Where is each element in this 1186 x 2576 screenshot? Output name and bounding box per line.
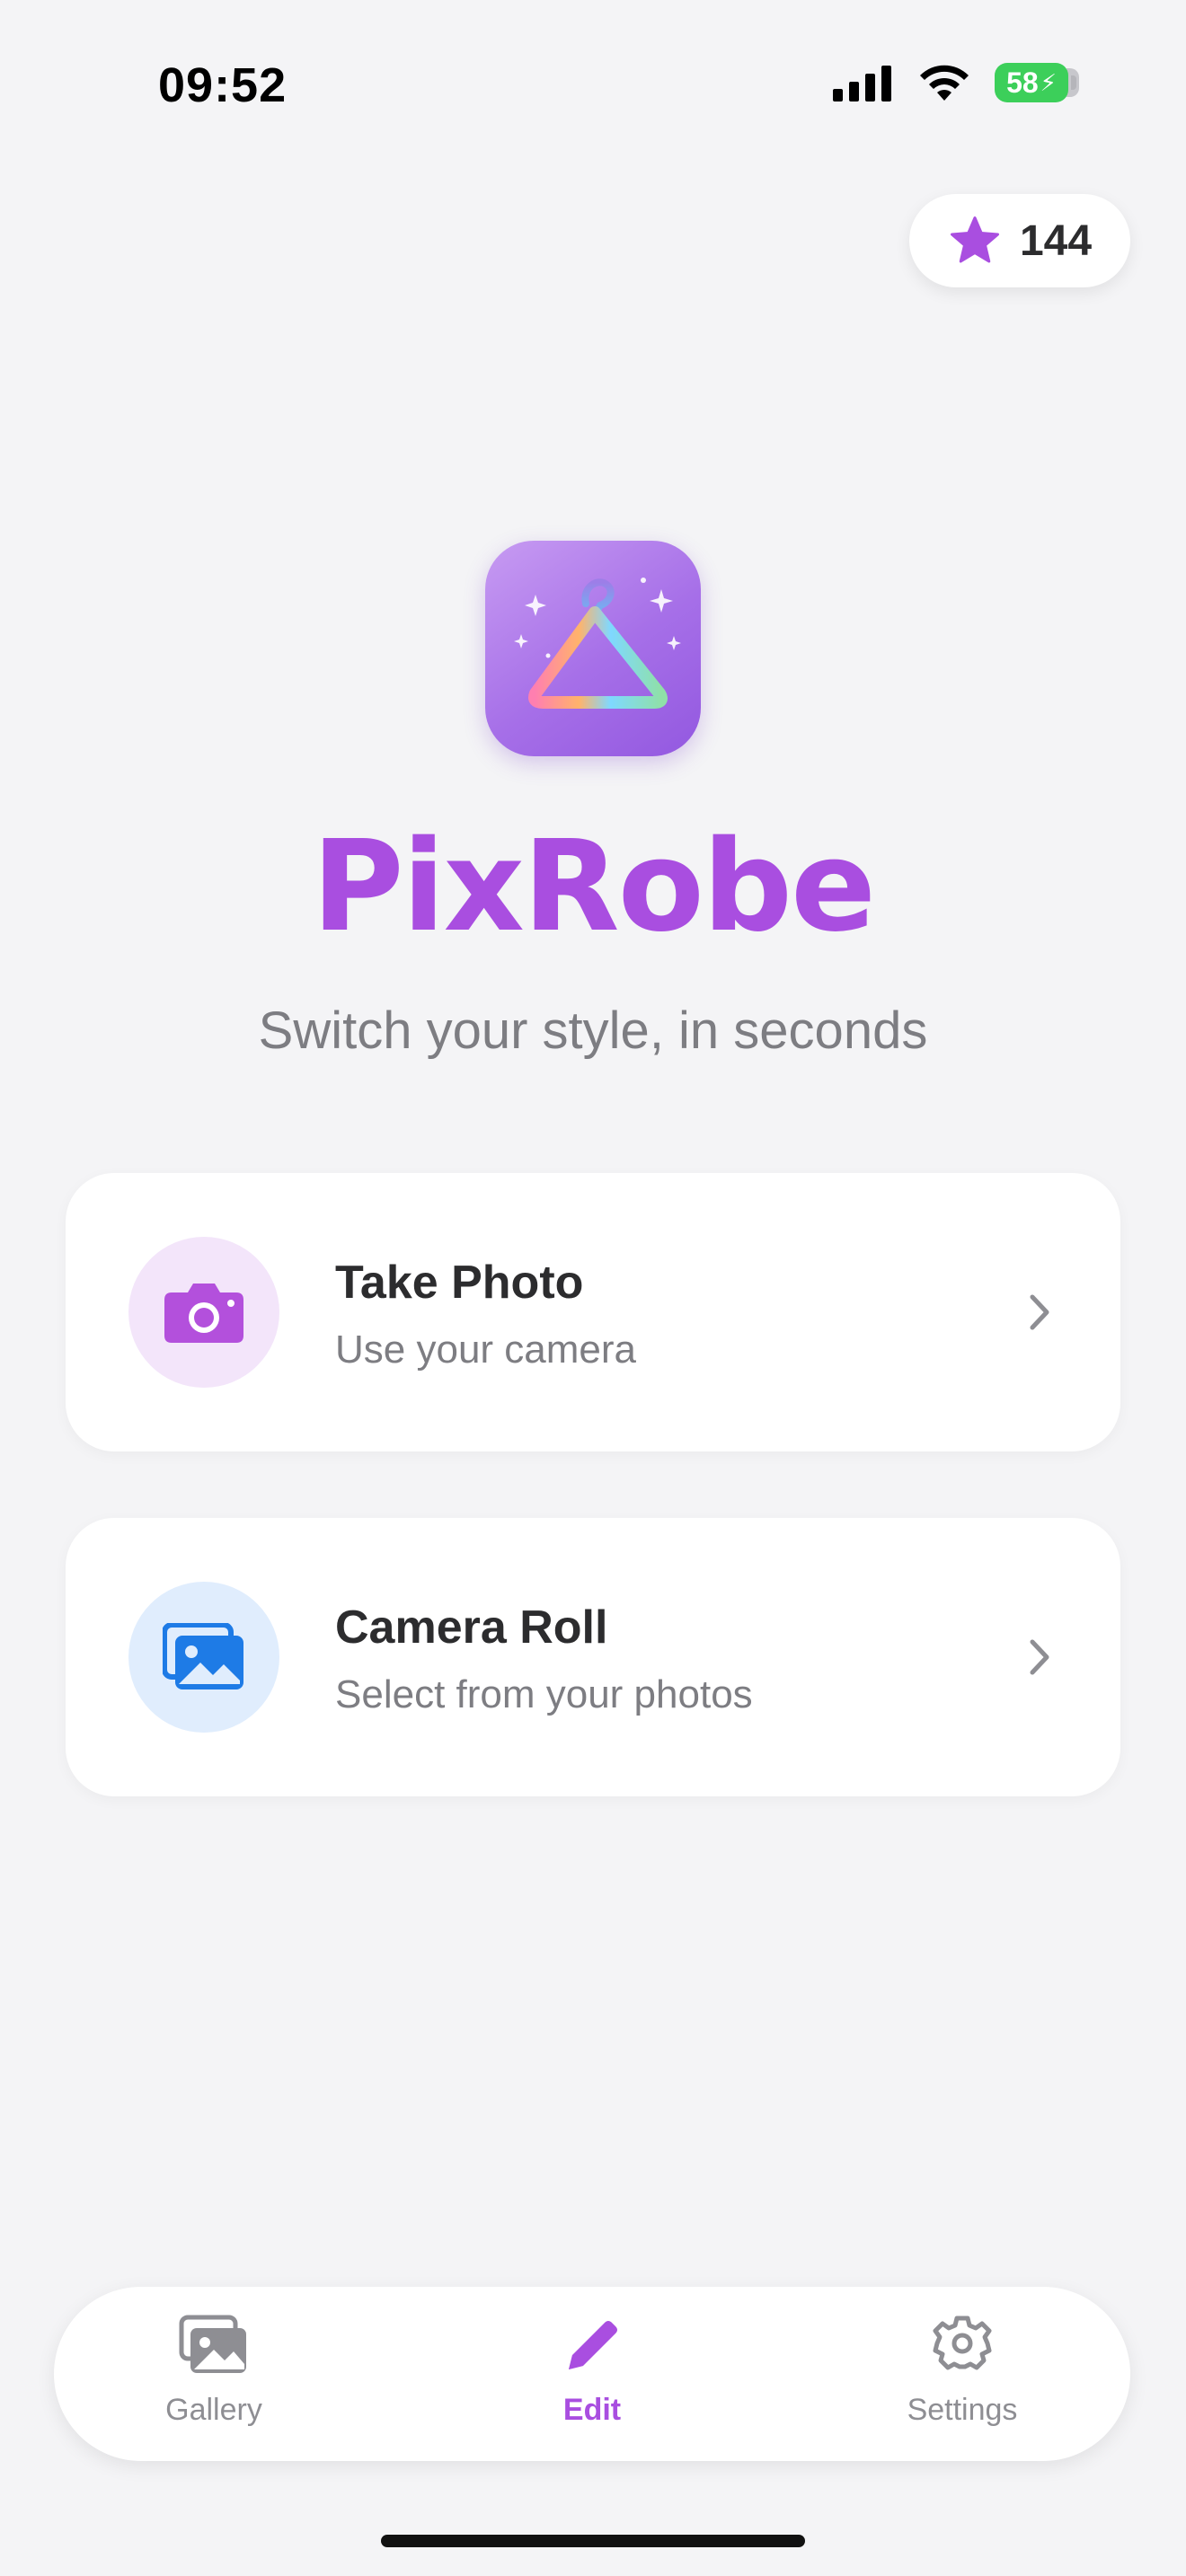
- app-title: PixRobe: [311, 814, 876, 960]
- status-icons: 58 ⚡: [833, 63, 1079, 102]
- photos-icon-badge: [128, 1582, 279, 1733]
- camera-icon-badge: [128, 1237, 279, 1388]
- tab-bar: Gallery Edit Settings: [54, 2287, 1130, 2461]
- chevron-right-icon: [1030, 1294, 1049, 1330]
- battery-indicator: 58 ⚡: [995, 63, 1079, 102]
- tab-settings[interactable]: Settings: [845, 2287, 1079, 2461]
- camera-roll-subtitle: Select from your photos: [335, 1672, 753, 1716]
- chevron-right-icon: [1030, 1639, 1049, 1675]
- wifi-icon: [920, 65, 969, 101]
- status-time: 09:52: [158, 58, 288, 112]
- hanger-icon: [514, 578, 681, 709]
- battery-icon: 58 ⚡: [995, 63, 1079, 102]
- home-indicator: [381, 2535, 805, 2547]
- app-logo: [485, 541, 701, 756]
- photos-icon: [163, 1623, 243, 1689]
- tab-edit-label: Edit: [562, 2393, 622, 2427]
- status-bar: 09:52 58 ⚡: [0, 0, 1186, 171]
- tab-gallery-label: Gallery: [165, 2393, 262, 2427]
- pencil-icon: [569, 2321, 617, 2369]
- camera-roll-button[interactable]: Camera Roll Select from your photos: [66, 1518, 1120, 1796]
- take-photo-subtitle: Use your camera: [335, 1328, 637, 1372]
- battery-level: 58: [1006, 66, 1039, 99]
- tab-edit[interactable]: Edit: [475, 2287, 709, 2461]
- app-tagline: Switch your style, in seconds: [258, 1001, 928, 1060]
- camera-roll-title: Camera Roll: [335, 1601, 608, 1654]
- star-icon: [950, 216, 999, 263]
- credits-button[interactable]: 144: [909, 194, 1130, 287]
- tab-gallery[interactable]: Gallery: [97, 2287, 331, 2461]
- gear-icon: [933, 2316, 992, 2370]
- tab-settings-label: Settings: [907, 2393, 1018, 2427]
- gallery-icon: [179, 2315, 246, 2373]
- credits-count: 144: [1019, 216, 1093, 265]
- signal-icon: [833, 66, 891, 101]
- camera-icon: [164, 1284, 243, 1343]
- take-photo-button[interactable]: Take Photo Use your camera: [66, 1173, 1120, 1451]
- take-photo-title: Take Photo: [335, 1257, 584, 1309]
